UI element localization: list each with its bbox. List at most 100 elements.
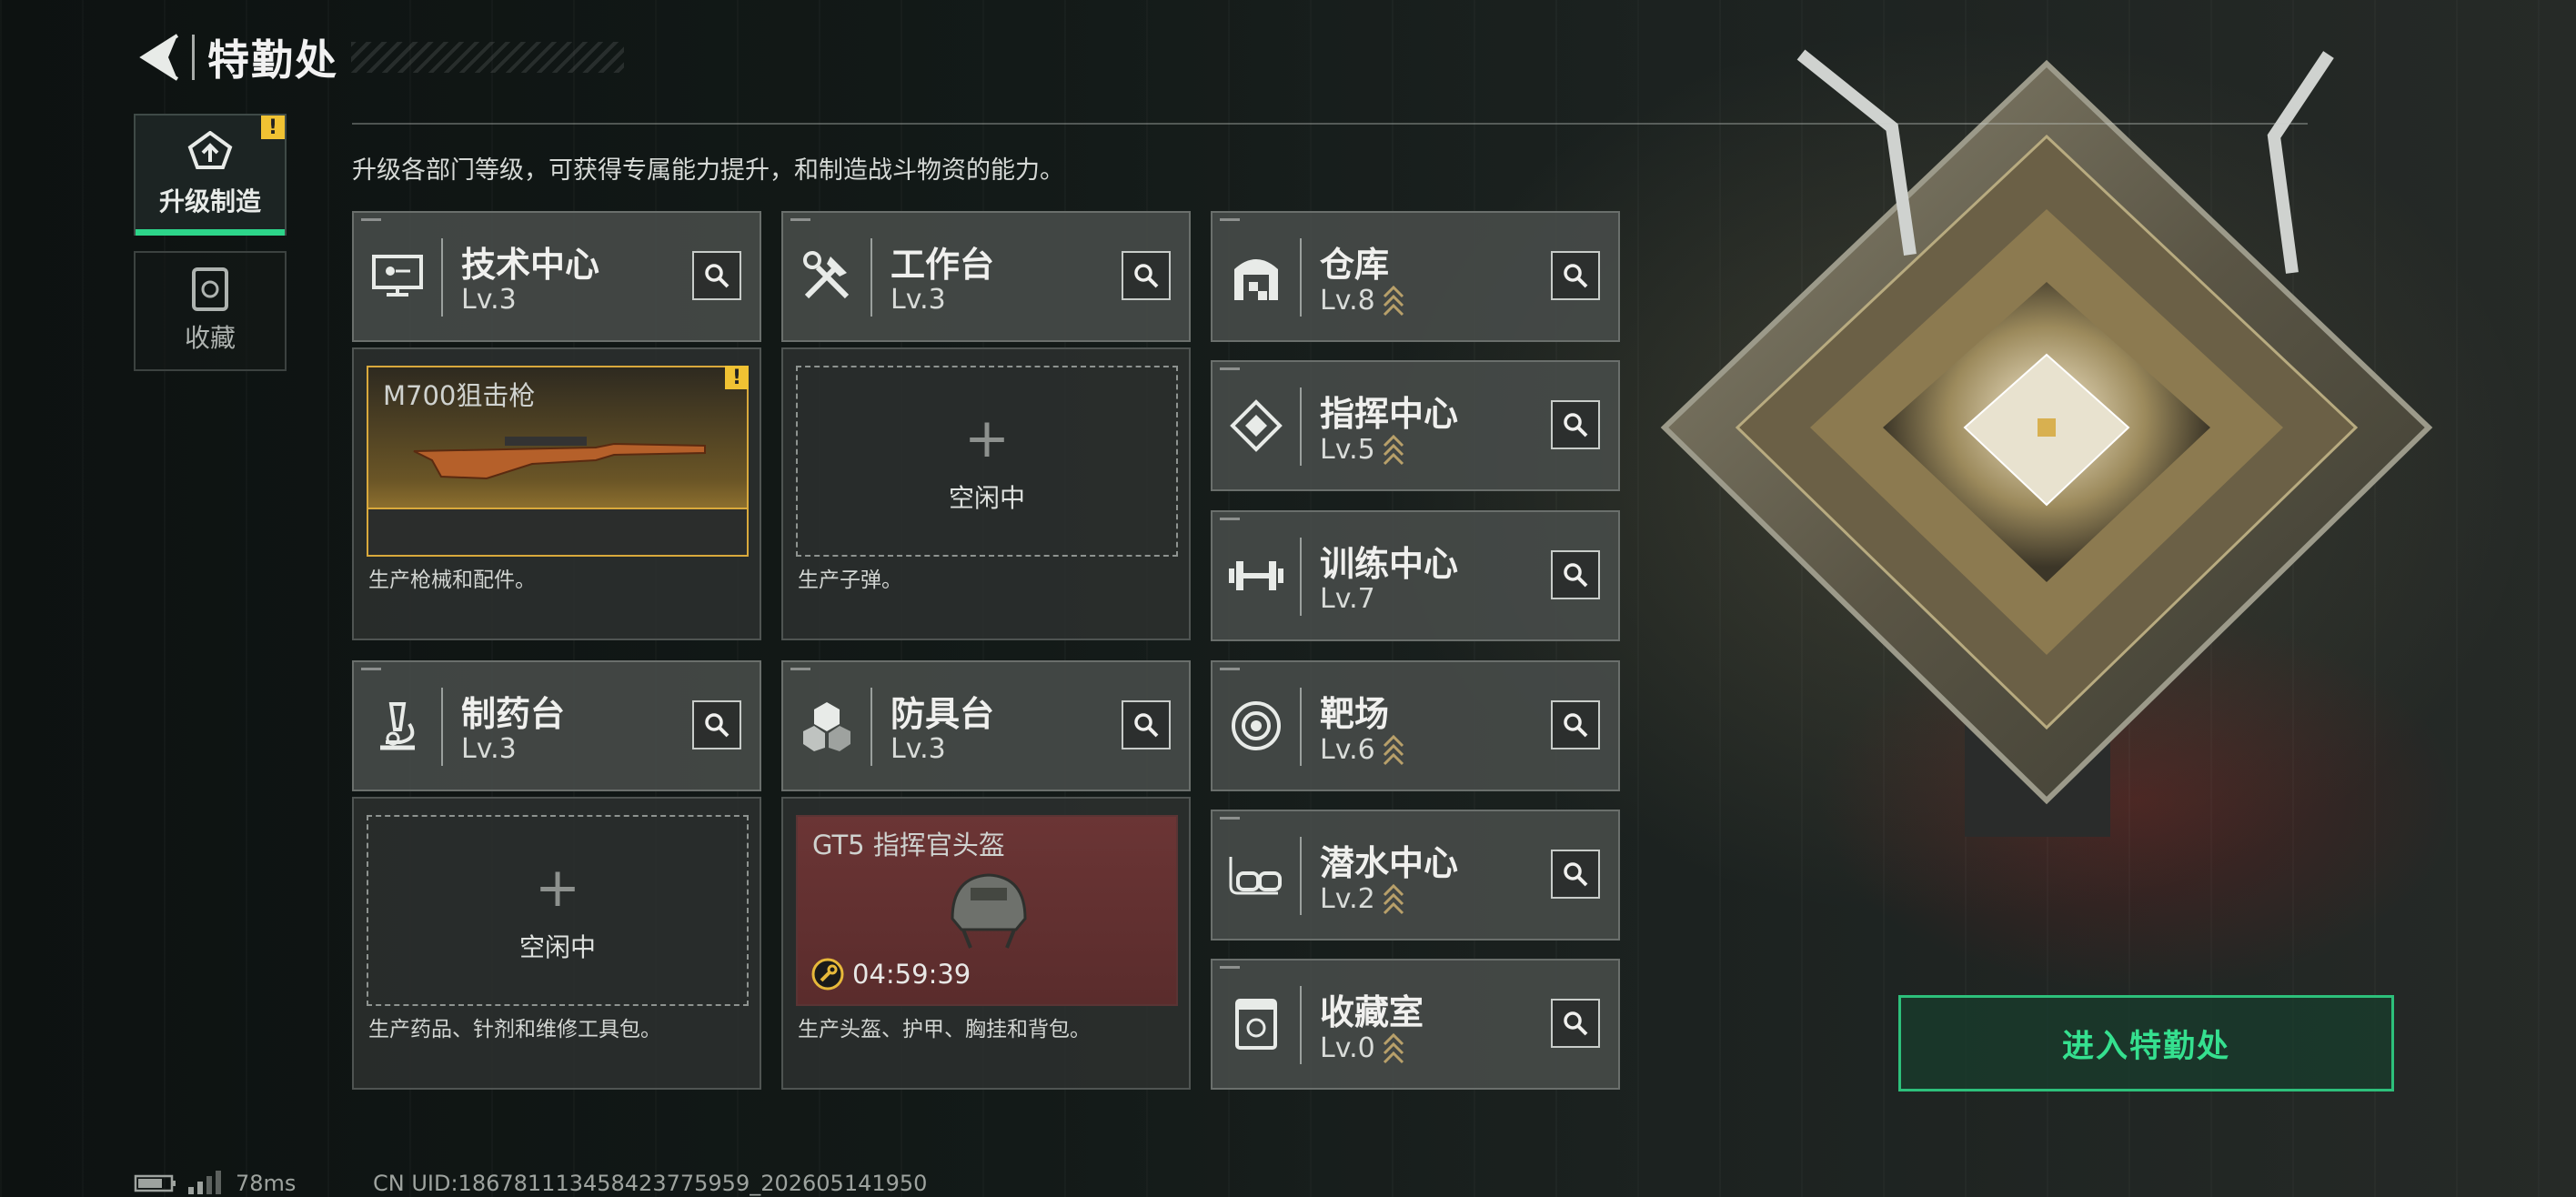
microscope-icon xyxy=(368,697,427,755)
production-slot-empty[interactable]: + 空闲中 xyxy=(796,366,1178,557)
signal-icon xyxy=(188,1171,221,1194)
card-separator xyxy=(1300,688,1302,766)
search-icon xyxy=(1564,413,1588,438)
card-corner-mark xyxy=(1220,218,1240,221)
collection-icon xyxy=(192,267,228,311)
search-icon xyxy=(705,264,730,288)
dept-level: Lv.8 xyxy=(1320,284,1375,317)
header: 特勤处 xyxy=(132,25,624,89)
search-button[interactable] xyxy=(1122,251,1171,300)
plus-icon: + xyxy=(534,856,581,920)
card-corner-mark xyxy=(1220,518,1240,520)
armor-blocks-icon xyxy=(798,697,856,755)
dept-card-armor[interactable]: 防具台 Lv.3 xyxy=(781,660,1191,791)
sniper-rifle-image xyxy=(413,437,706,480)
nav-upgrade-manufacture[interactable]: 升级制造 ! xyxy=(134,114,287,236)
dept-level: Lv.7 xyxy=(1320,583,1375,615)
page-description: 升级各部门等级，可获得专属能力提升，和制造战斗物资的能力。 xyxy=(352,156,1064,185)
upgrade-icon xyxy=(187,131,233,169)
dept-name: 技术中心 xyxy=(461,245,600,285)
slot-footer xyxy=(368,508,747,555)
search-button[interactable] xyxy=(692,251,741,300)
card-separator xyxy=(441,238,443,317)
search-button[interactable] xyxy=(1551,400,1600,449)
search-icon xyxy=(1134,713,1159,738)
dept-card-tech[interactable]: 技术中心 Lv.3 xyxy=(352,211,761,342)
dept-level: Lv.2 xyxy=(1320,882,1375,915)
back-button[interactable] xyxy=(132,30,186,85)
dept-name: 工作台 xyxy=(891,245,995,285)
search-button[interactable] xyxy=(1551,850,1600,899)
search-icon xyxy=(1134,264,1159,288)
warehouse-icon xyxy=(1227,247,1285,306)
collection-room-icon xyxy=(1227,995,1285,1053)
card-corner-mark xyxy=(361,218,381,221)
card-separator xyxy=(1300,387,1302,466)
dept-name: 指挥中心 xyxy=(1320,394,1459,434)
page-title: 特勤处 xyxy=(207,35,338,85)
search-button[interactable] xyxy=(1551,700,1600,749)
cube-structure-illustration xyxy=(1660,49,2433,837)
dept-card-training[interactable]: 训练中心 Lv.7 xyxy=(1211,510,1620,641)
tech-center-icon xyxy=(368,247,427,306)
dept-level-row: Lv.5 xyxy=(1320,433,1404,466)
nav-collection[interactable]: 收藏 xyxy=(134,251,287,371)
dept-level: Lv.3 xyxy=(891,733,946,765)
search-icon xyxy=(1564,563,1588,588)
ping-value: 78ms xyxy=(236,1171,297,1196)
search-icon xyxy=(1564,713,1588,738)
dept-level-row: Lv.0 xyxy=(1320,1031,1404,1064)
search-button[interactable] xyxy=(1551,251,1600,300)
search-icon xyxy=(705,713,730,738)
item-name: GT5 指挥官头盔 xyxy=(812,830,1005,860)
search-icon xyxy=(1564,264,1588,288)
dept-level-row: Lv.8 xyxy=(1320,284,1404,317)
command-diamond-icon xyxy=(1227,397,1285,455)
dept-card-pharmacy[interactable]: 制药台 Lv.3 xyxy=(352,660,761,791)
card-separator xyxy=(1300,837,1302,915)
dept-card-warehouse[interactable]: 仓库 Lv.8 xyxy=(1211,211,1620,342)
dept-level: Lv.3 xyxy=(461,733,517,765)
card-corner-mark xyxy=(361,668,381,670)
back-arrow-icon xyxy=(139,34,179,81)
item-name: M700狙击枪 xyxy=(383,380,536,411)
dept-name: 制药台 xyxy=(461,694,566,734)
title-divider xyxy=(192,35,195,80)
dept-level-row: Lv.2 xyxy=(1320,882,1404,915)
enter-special-ops-button[interactable]: 进入特勤处 xyxy=(1898,995,2394,1091)
slot-status: 空闲中 xyxy=(948,483,1025,513)
production-slot-empty[interactable]: + 空闲中 xyxy=(367,815,749,1006)
search-icon xyxy=(1564,862,1588,887)
upgrade-chevron-icon xyxy=(1383,883,1404,915)
dept-card-workbench[interactable]: 工作台 Lv.3 xyxy=(781,211,1191,342)
user-uid: CN UID:1867811134584237759​59_2026051419… xyxy=(373,1171,928,1196)
status-bar: 78ms xyxy=(134,1171,296,1196)
production-panel-tech: M700狙击枪 ! 生产枪械和配件。 xyxy=(352,347,761,640)
dept-card-diving[interactable]: 潜水中心 Lv.2 xyxy=(1211,810,1620,940)
card-corner-mark xyxy=(790,668,810,670)
battery-icon xyxy=(134,1174,176,1192)
card-corner-mark xyxy=(1220,966,1240,969)
search-button[interactable] xyxy=(692,700,741,749)
wrench-timer-icon xyxy=(811,958,844,991)
production-slot-rifle[interactable]: M700狙击枪 ! xyxy=(367,366,749,557)
title-decoration xyxy=(351,42,624,73)
dept-name: 仓库 xyxy=(1320,245,1390,285)
dept-name: 潜水中心 xyxy=(1320,843,1459,883)
slot-status: 空闲中 xyxy=(518,932,596,962)
dept-level: Lv.6 xyxy=(1320,733,1375,766)
search-button[interactable] xyxy=(1551,550,1600,599)
dept-level-row: Lv.6 xyxy=(1320,733,1404,766)
production-panel-pharmacy: + 空闲中 生产药品、针剂和维修工具包。 xyxy=(352,797,761,1090)
card-corner-mark xyxy=(1220,367,1240,370)
dept-card-command[interactable]: 指挥中心 Lv.5 xyxy=(1211,360,1620,491)
production-slot-helmet[interactable]: GT5 指挥官头盔 04:59:39 xyxy=(796,815,1178,1006)
dept-level: Lv.0 xyxy=(1320,1031,1375,1064)
search-button[interactable] xyxy=(1122,700,1171,749)
dept-card-range[interactable]: 靶场 Lv.6 xyxy=(1211,660,1620,791)
card-separator xyxy=(870,238,872,317)
dumbbell-icon xyxy=(1227,547,1285,605)
search-button[interactable] xyxy=(1551,999,1600,1048)
dept-card-collection[interactable]: 收藏室 Lv.0 xyxy=(1211,959,1620,1090)
dept-level: Lv.3 xyxy=(461,284,517,316)
